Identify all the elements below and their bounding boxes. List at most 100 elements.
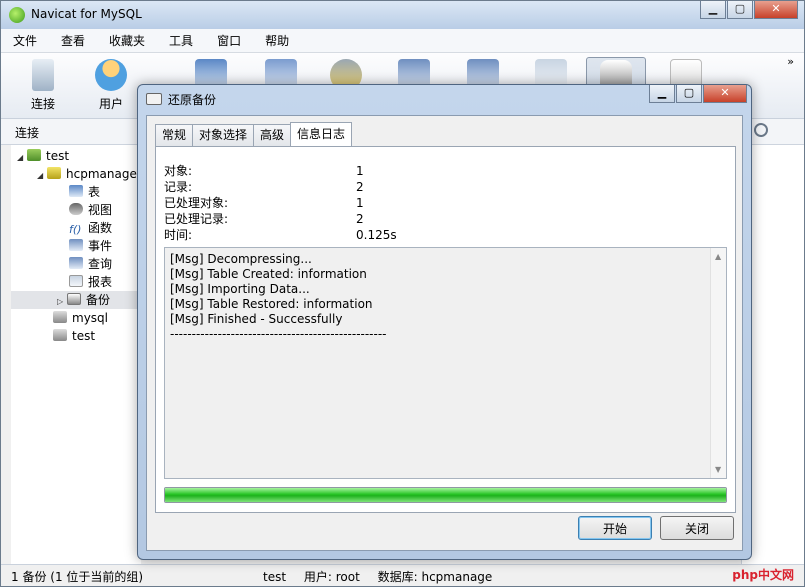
tree-item[interactable]: 表 (69, 183, 100, 201)
tree-item[interactable]: ▷ 备份 (11, 291, 141, 309)
dialog-titlebar: 还原备份 ▁ ▢ ✕ (138, 85, 751, 113)
stat-key: 已处理对象: (164, 196, 229, 210)
tree-item-label: 查询 (88, 257, 113, 271)
tree-item-label: 事件 (88, 239, 113, 253)
connection-label: 连接 (15, 126, 40, 140)
tree-item-label: 函数 (88, 221, 113, 235)
menu-file[interactable]: 文件 (1, 29, 49, 52)
maximize-button[interactable]: ▢ (727, 1, 753, 19)
stat-value: 2 (356, 180, 364, 194)
window-controls: ▁ ▢ ✕ (699, 1, 798, 19)
plug-icon (32, 59, 54, 91)
menu-help[interactable]: 帮助 (253, 29, 301, 52)
menu-favorites[interactable]: 收藏夹 (97, 29, 157, 52)
close-dialog-button[interactable]: 关闭 (660, 516, 734, 540)
tree-item[interactable]: 查询 (69, 255, 112, 273)
dialog-window-controls: ▁ ▢ ✕ (648, 85, 747, 103)
navicat-logo-icon (9, 7, 25, 23)
tree-item-label: test (72, 329, 96, 343)
log-line: [Msg] Table Created: information (170, 267, 367, 281)
menu-window[interactable]: 窗口 (205, 29, 253, 52)
stat-key: 对象: (164, 164, 193, 178)
status-connection-info: test 用户: root 数据库: hcpmanage (263, 568, 506, 585)
connect-button[interactable]: 连接 (13, 57, 73, 115)
dialog-body: 常规 对象选择 高级 信息日志 对象: 1 记录: 2 已处理对象: 1 已处理记录:… (146, 115, 743, 551)
tree-item[interactable]: 报表 (69, 273, 112, 291)
tree-item-label: 表 (88, 185, 101, 199)
status-bar: 1 备份 (1 位于当前的组) test 用户: root 数据库: hcpma… (1, 564, 804, 586)
search-icon[interactable] (754, 123, 768, 137)
backup-icon (67, 293, 81, 305)
menu-bar: 文件 查看 收藏夹 工具 窗口 帮助 (1, 29, 804, 53)
progress-fill (165, 488, 726, 502)
close-button[interactable]: ✕ (754, 1, 798, 19)
tree-item[interactable]: ◢ test (17, 147, 69, 165)
tree-item-label: 报表 (88, 275, 113, 289)
status-user: 用户: root (303, 570, 360, 584)
log-lines: [Msg] Decompressing... [Msg] Table Creat… (170, 252, 387, 342)
log-scrollbar[interactable]: ▲ ▼ (710, 248, 726, 478)
stat-row: 对象: 1 (164, 163, 464, 179)
stat-row: 已处理记录: 2 (164, 211, 464, 227)
log-line: [Msg] Decompressing... (170, 252, 312, 266)
tree-item-label: 备份 (86, 293, 111, 307)
event-icon (69, 239, 83, 251)
view-icon (69, 203, 83, 215)
tree-item[interactable]: mysql (53, 309, 108, 327)
tree-item-label: test (46, 149, 70, 163)
tree-item-label: 视图 (88, 203, 113, 217)
stat-row: 记录: 2 (164, 179, 464, 195)
scroll-down-icon[interactable]: ▼ (715, 465, 721, 474)
minimize-button[interactable]: ▁ (700, 1, 726, 19)
stat-value: 1 (356, 164, 364, 178)
tree-item[interactable]: ◢ hcpmanage (37, 165, 137, 183)
table-icon (69, 185, 83, 197)
dialog-maximize-button[interactable]: ▢ (676, 85, 702, 103)
tree-item[interactable]: 视图 (69, 201, 112, 219)
menu-tools[interactable]: 工具 (157, 29, 205, 52)
database-icon (53, 329, 67, 341)
tree-item-label: mysql (72, 311, 108, 325)
log-line: ----------------------------------------… (170, 327, 387, 341)
stat-row: 时间: 0.125s (164, 227, 464, 243)
query-icon (69, 257, 83, 269)
stat-key: 记录: (164, 180, 193, 194)
user-label: 用户 (98, 97, 123, 111)
toolbar-overflow-icon[interactable]: » (787, 55, 794, 68)
start-button[interactable]: 开始 (578, 516, 652, 540)
expand-arrow-icon[interactable]: ◢ (17, 149, 27, 167)
stat-value: 0.125s (356, 228, 397, 242)
main-titlebar: Navicat for MySQL ▁ ▢ ✕ (1, 1, 804, 29)
tab-advanced[interactable]: 高级 (253, 124, 292, 146)
stat-key: 已处理记录: (164, 212, 229, 226)
status-connection: test (263, 570, 287, 584)
backup-icon (146, 93, 162, 105)
dialog-minimize-button[interactable]: ▁ (649, 85, 675, 103)
expand-arrow-icon[interactable]: ◢ (37, 167, 47, 185)
dialog-title: 还原备份 (168, 93, 217, 107)
stat-value: 1 (356, 196, 364, 210)
scroll-up-icon[interactable]: ▲ (715, 252, 721, 261)
dialog-close-button[interactable]: ✕ (703, 85, 747, 103)
object-tree: ◢ test ◢ hcpmanage 表 视图 f() 函数 事件 查询 报表 ▷ 备份… (11, 145, 141, 565)
message-log[interactable]: [Msg] Decompressing... [Msg] Table Creat… (164, 247, 727, 479)
message-log-panel: 对象: 1 记录: 2 已处理对象: 1 已处理记录: 2 时间: 0.125s [Msg… (155, 146, 736, 513)
report-icon (69, 275, 83, 287)
status-database: 数据库: hcpmanage (377, 570, 493, 584)
watermark-logo: php中文网 (732, 568, 794, 582)
menu-view[interactable]: 查看 (49, 29, 97, 52)
tab-message-log[interactable]: 信息日志 (290, 122, 353, 146)
stat-row: 已处理对象: 1 (164, 195, 464, 211)
tab-object-selection[interactable]: 对象选择 (192, 124, 255, 146)
restore-stats: 对象: 1 记录: 2 已处理对象: 1 已处理记录: 2 时间: 0.125s (164, 163, 464, 243)
tab-general[interactable]: 常规 (155, 124, 194, 146)
dialog-buttons: 开始 关闭 (570, 516, 734, 540)
connection-icon (27, 149, 41, 161)
user-icon (95, 59, 127, 91)
tree-item[interactable]: test (53, 327, 95, 345)
tree-item[interactable]: f() 函数 (69, 219, 112, 237)
tree-item[interactable]: 事件 (69, 237, 112, 255)
log-line: [Msg] Importing Data... (170, 282, 310, 296)
user-button[interactable]: 用户 (81, 57, 141, 115)
log-line: [Msg] Table Restored: information (170, 297, 373, 311)
